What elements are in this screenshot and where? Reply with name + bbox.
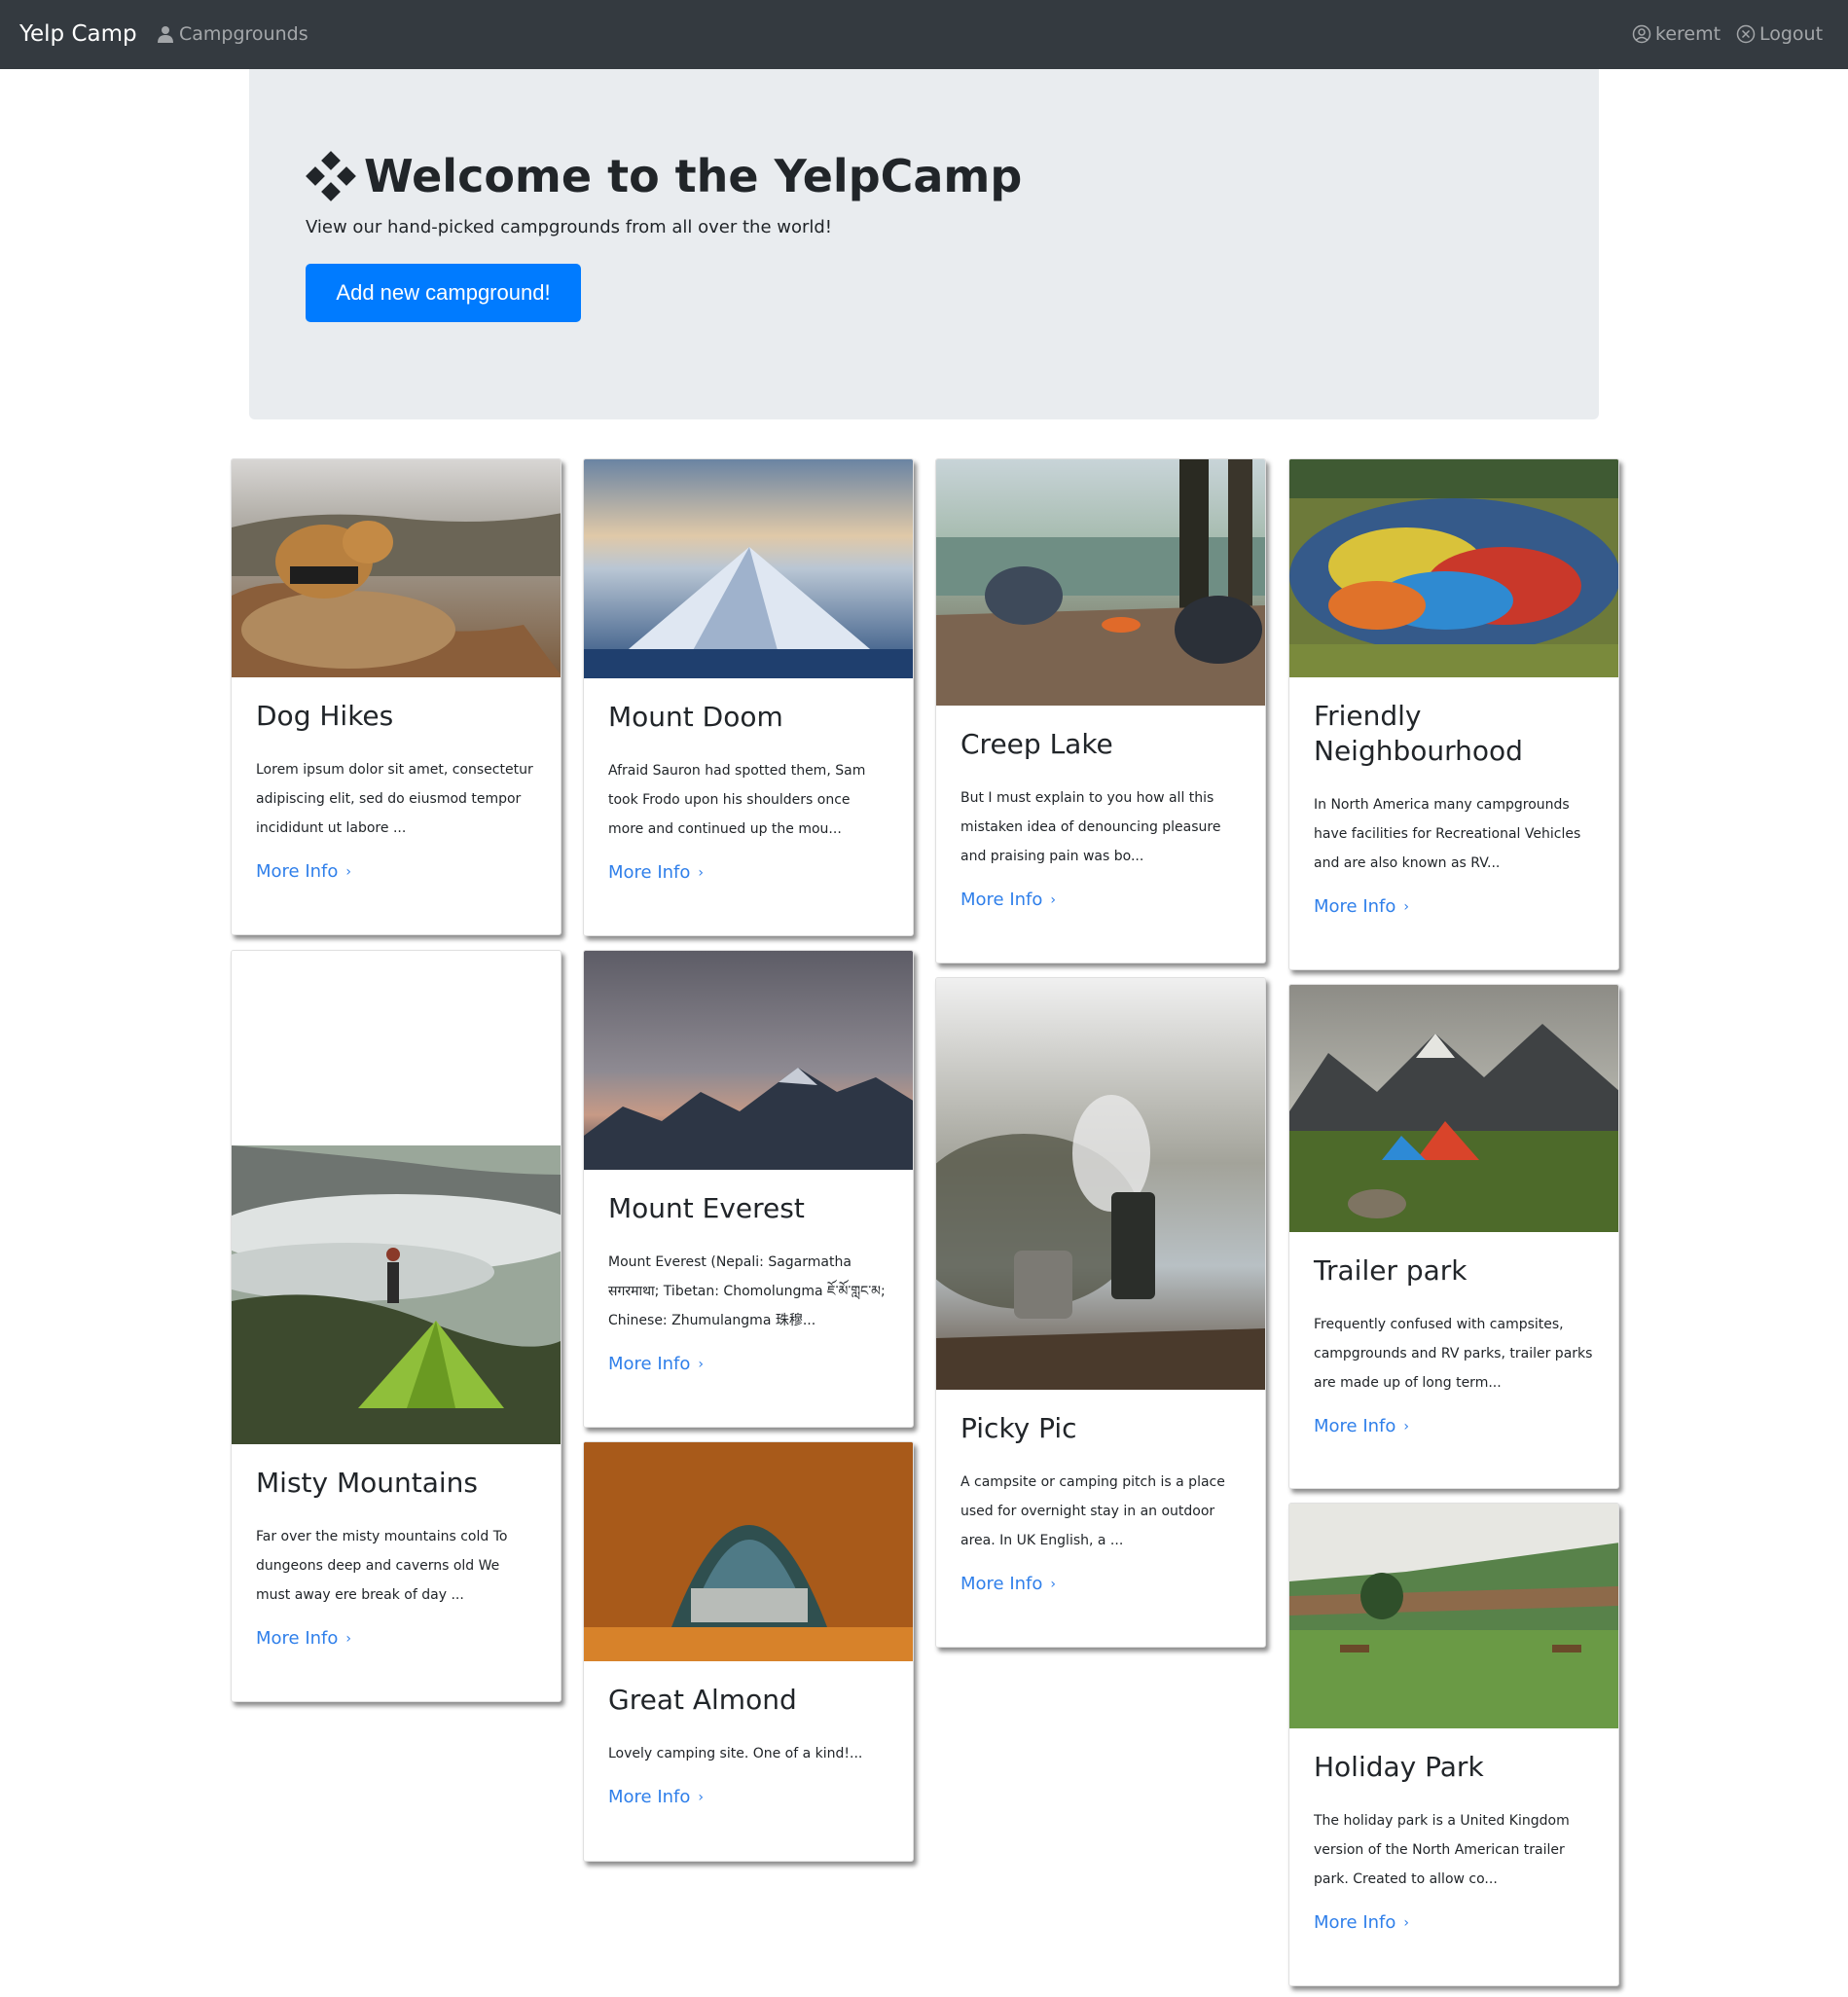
card-title: Mount Doom [608, 701, 783, 733]
nav-logout-label: Logout [1759, 23, 1824, 45]
campground-image [1289, 985, 1618, 1232]
card-description: In North America many campgrounds have f… [1314, 797, 1581, 871]
card-title: Holiday Park [1314, 1751, 1484, 1783]
more-info-label: More Info [608, 1354, 691, 1374]
campground-card: Mount Everest Mount Everest (Nepali: Sag… [583, 950, 914, 1428]
nav-campgrounds-label: Campgrounds [179, 23, 308, 45]
card-description: Lovely camping site. One of a kind!... [608, 1746, 863, 1761]
card-title: Creep Lake [960, 728, 1113, 760]
card-body: Great Almond Lovely camping site. One of… [584, 1661, 913, 1811]
card-title: Misty Mountains [256, 1467, 479, 1499]
chevron-right-icon: › [1050, 1577, 1057, 1592]
campground-card: Creep Lake But I must explain to you how… [935, 458, 1266, 963]
card-body: Holiday Park The holiday park is a Unite… [1289, 1728, 1618, 1937]
card-body: Picky Pic A campsite or camping pitch is… [936, 1390, 1265, 1598]
page-title-text: Welcome to the YelpCamp [364, 150, 1023, 202]
campground-image [584, 459, 913, 678]
card-title: Great Almond [608, 1684, 797, 1716]
more-info-link[interactable]: More Info › [608, 1351, 704, 1378]
more-info-label: More Info [256, 1628, 339, 1649]
add-campground-button[interactable]: Add new campground! [306, 264, 581, 322]
page-title: Welcome to the YelpCamp [306, 147, 1022, 205]
campground-card: Trailer park Frequently confused with ca… [1288, 984, 1619, 1489]
more-info-link[interactable]: More Info › [608, 1784, 704, 1811]
chevron-right-icon: › [698, 865, 705, 881]
card-body: Trailer park Frequently confused with ca… [1289, 1232, 1618, 1440]
campground-image [936, 459, 1265, 706]
more-info-label: More Info [608, 862, 691, 883]
campground-card: Friendly Neighbourhood In North America … [1288, 458, 1619, 970]
campground-card: Holiday Park The holiday park is a Unite… [1288, 1503, 1619, 1986]
card-description: Far over the misty mountains cold To dun… [256, 1529, 508, 1603]
campground-card: Great Almond Lovely camping site. One of… [583, 1441, 914, 1862]
more-info-link[interactable]: More Info › [1314, 893, 1409, 921]
more-info-label: More Info [608, 1787, 691, 1807]
card-body: Mount Doom Afraid Sauron had spotted the… [584, 678, 913, 887]
campground-card: Mount Doom Afraid Sauron had spotted the… [583, 458, 914, 936]
more-info-link[interactable]: More Info › [1314, 1909, 1409, 1937]
campground-card: Misty Mountains Far over the misty mount… [231, 950, 562, 1702]
campground-image [232, 459, 561, 677]
card-description: The holiday park is a United Kingdom ver… [1314, 1813, 1570, 1887]
card-description: Afraid Sauron had spotted them, Sam took… [608, 763, 866, 837]
chevron-right-icon: › [345, 1631, 352, 1647]
campground-card: Picky Pic A campsite or camping pitch is… [935, 977, 1266, 1648]
nav-logout-link[interactable]: Logout [1736, 18, 1823, 50]
navbar: Yelp Camp Campgrounds keremt Logout [0, 0, 1848, 69]
chevron-right-icon: › [698, 1357, 705, 1372]
campground-image [584, 951, 913, 1170]
card-body: Creep Lake But I must explain to you how… [936, 706, 1265, 914]
card-title: Friendly Neighbourhood [1314, 700, 1523, 767]
chevron-right-icon: › [1403, 1419, 1410, 1434]
chevron-right-icon: › [1403, 899, 1410, 915]
more-info-link[interactable]: More Info › [1314, 1413, 1409, 1440]
chevron-right-icon: › [1050, 892, 1057, 908]
more-info-link[interactable]: More Info › [960, 1571, 1056, 1598]
more-info-label: More Info [1314, 1416, 1396, 1436]
nav-campgrounds-link[interactable]: Campgrounds [156, 18, 308, 50]
card-title: Dog Hikes [256, 700, 394, 732]
more-info-label: More Info [1314, 896, 1396, 917]
card-title: Picky Pic [960, 1412, 1077, 1444]
card-description: A campsite or camping pitch is a place u… [960, 1474, 1225, 1548]
card-description: But I must explain to you how all this m… [960, 790, 1221, 864]
more-info-link[interactable]: More Info › [256, 858, 351, 886]
campground-image [232, 951, 561, 1444]
card-body: Mount Everest Mount Everest (Nepali: Sag… [584, 1170, 913, 1378]
card-body: Friendly Neighbourhood In North America … [1289, 677, 1618, 921]
chevron-right-icon: › [345, 864, 352, 880]
campground-card: Dog Hikes Lorem ipsum dolor sit amet, co… [231, 458, 562, 935]
more-info-label: More Info [960, 890, 1043, 910]
campground-user-icon [158, 26, 173, 43]
chevron-right-icon: › [698, 1790, 705, 1805]
chevron-right-icon: › [1403, 1915, 1410, 1931]
campground-image [1289, 459, 1618, 677]
more-info-label: More Info [256, 861, 339, 882]
card-description: Mount Everest (Nepali: Sagarmatha सगरमाथ… [608, 1254, 886, 1328]
more-info-label: More Info [1314, 1912, 1396, 1933]
close-circle-icon [1736, 24, 1756, 44]
more-info-label: More Info [960, 1574, 1043, 1594]
more-info-link[interactable]: More Info › [608, 859, 704, 887]
nav-username: keremt [1655, 23, 1721, 45]
more-info-link[interactable]: More Info › [256, 1625, 351, 1652]
card-title: Mount Everest [608, 1192, 805, 1224]
card-body: Dog Hikes Lorem ipsum dolor sit amet, co… [232, 677, 561, 886]
brand-link[interactable]: Yelp Camp [19, 18, 137, 50]
card-body: Misty Mountains Far over the misty mount… [232, 1444, 561, 1652]
card-description: Lorem ipsum dolor sit amet, consectetur … [256, 762, 533, 836]
diamond-logo-icon [306, 151, 356, 201]
campground-image [936, 978, 1265, 1390]
more-info-link[interactable]: More Info › [960, 887, 1056, 914]
nav-user-link[interactable]: keremt [1632, 18, 1721, 50]
jumbotron: Welcome to the YelpCamp View our hand-pi… [249, 69, 1599, 419]
card-description: Frequently confused with campsites, camp… [1314, 1317, 1593, 1391]
user-circle-icon [1632, 24, 1651, 44]
campground-image [584, 1442, 913, 1661]
jumbotron-lead: View our hand-picked campgrounds from al… [306, 217, 833, 237]
campground-image [1289, 1504, 1618, 1728]
card-title: Trailer park [1314, 1254, 1468, 1287]
